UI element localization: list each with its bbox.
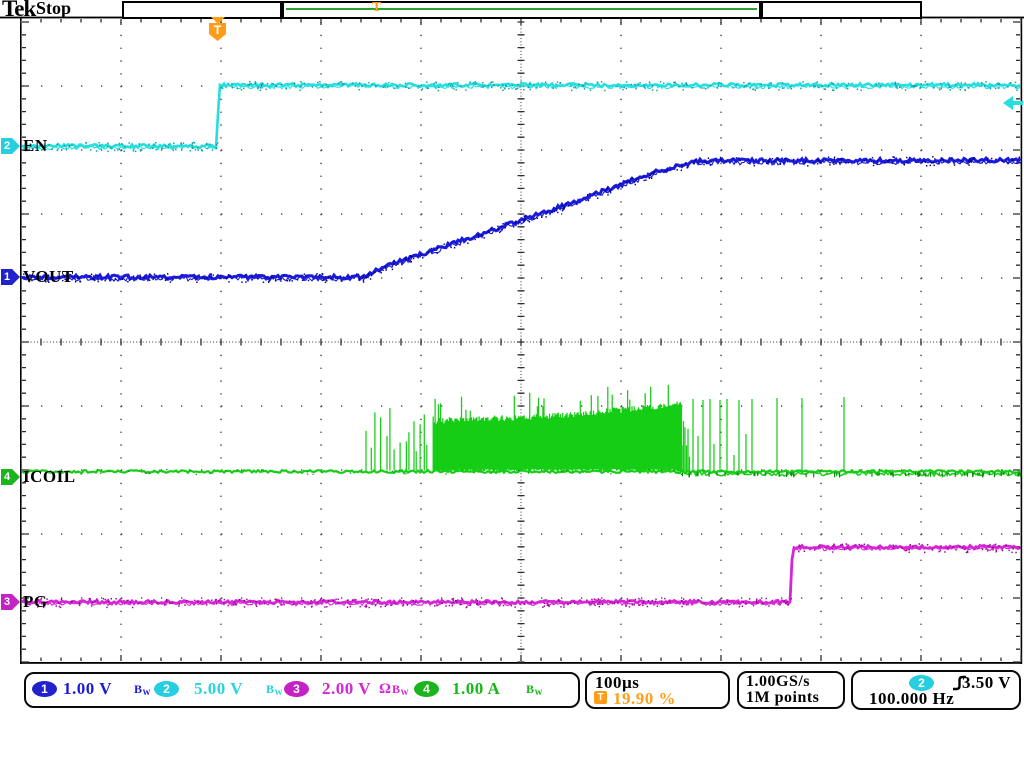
- channel-2-scale: 5.00 V: [194, 679, 243, 699]
- channel-1-badge: 1: [32, 681, 57, 697]
- trigger-level-arrow-icon: [1003, 96, 1023, 110]
- channel-2-bandwidth-icon: BW: [266, 682, 283, 697]
- channel-1-bandwidth-icon: BW: [134, 682, 151, 697]
- channel-4-bandwidth-icon: BW: [526, 682, 543, 697]
- channel-2-label: EN: [23, 136, 48, 156]
- trigger-position-readout: 19.90 %: [613, 689, 676, 709]
- acquisition-preview: T: [282, 1, 761, 19]
- channel-3-label: PG: [23, 592, 48, 612]
- channel-3-scale: 2.00 V: [322, 679, 371, 699]
- preview-trigger-position-icon: T: [372, 1, 381, 15]
- topbar-box-right: [761, 1, 922, 19]
- channel-1-label: VOUT: [23, 267, 74, 287]
- horizontal-readout-box[interactable]: 100µs T 19.90 %: [585, 671, 730, 709]
- preview-waveform-line: [286, 8, 757, 10]
- oscilloscope-screen: Tek Stop T T 2 EN 1 VOUT 4 ICOIL 3 PG 1 …: [0, 0, 1024, 768]
- trigger-position-icon: T: [594, 691, 607, 704]
- channel-3-impedance-icon: Ω: [379, 681, 392, 698]
- channel-readouts-box[interactable]: 1 1.00 V BW 2 5.00 V BW 3 2.00 V Ω BW 4 …: [24, 672, 580, 708]
- channel-3-bandwidth-icon: BW: [392, 682, 409, 697]
- topbar-box-left: [122, 1, 282, 19]
- acquisition-status: Stop: [36, 0, 71, 19]
- trigger-t-badge: T: [209, 23, 226, 41]
- channel-4-badge: 4: [414, 681, 439, 697]
- waveform-display: [0, 0, 1024, 768]
- channel-4-label: ICOIL: [23, 467, 76, 487]
- acquisition-readout-box[interactable]: 1.00GS/s 1M points: [737, 671, 845, 709]
- record-length-readout: 1M points: [746, 689, 819, 707]
- trigger-arrow-down-icon: [211, 17, 225, 24]
- channel-1-scale: 1.00 V: [63, 679, 112, 699]
- channel-4-scale: 1.00 A: [452, 679, 500, 699]
- trigger-level-readout: 3.50 V: [962, 673, 1011, 693]
- channel-3-badge: 3: [284, 681, 309, 697]
- trigger-level-arrow-bar: [1012, 101, 1023, 105]
- tek-logo: Tek: [2, 0, 35, 22]
- trigger-frequency-readout: 100.000 Hz: [869, 689, 954, 709]
- trigger-position-marker-icon: T: [208, 17, 228, 43]
- trigger-readout-box[interactable]: 2 3.50 V 100.000 Hz: [851, 670, 1021, 710]
- channel-2-badge: 2: [154, 681, 179, 697]
